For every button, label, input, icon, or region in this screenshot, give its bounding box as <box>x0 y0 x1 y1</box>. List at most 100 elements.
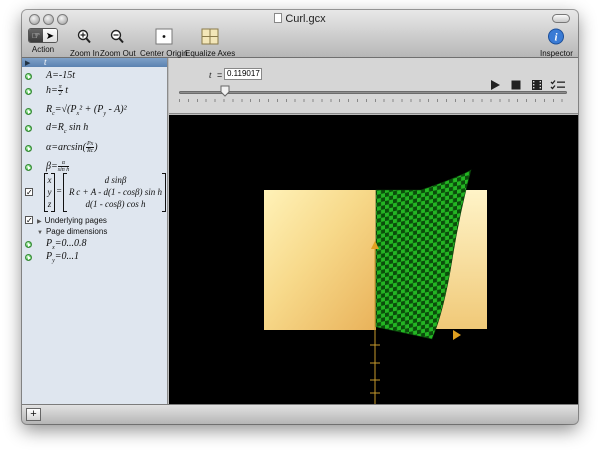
action-label: Action <box>31 45 55 54</box>
app-window: Curl.gcx ☞ ➤ Action Zoom In Zoom Out Cen… <box>22 10 578 424</box>
equalize-axes-button[interactable]: Equalize Axes <box>185 28 235 58</box>
checklist-icon[interactable] <box>550 79 566 91</box>
x-axis-arrow-icon <box>453 330 461 340</box>
sidebar-header-variable: t <box>44 58 47 67</box>
add-equation-button[interactable]: + <box>26 408 41 421</box>
active-dot-icon[interactable] <box>25 164 32 171</box>
equation-A: A=-15t <box>46 70 75 81</box>
eq-beta-fraction: α sin h <box>57 160 70 173</box>
title-bar: Curl.gcx ☞ ➤ Action Zoom In Zoom Out Cen… <box>22 10 578 58</box>
underlying-pages-row[interactable]: ✓ ▶ Underlying pages <box>22 215 167 226</box>
film-strip-icon[interactable] <box>531 79 543 91</box>
active-dot-icon[interactable] <box>25 108 32 115</box>
equation-alpha: α=arcsin(Px Rc) <box>46 141 98 154</box>
eq-Py-range: =0...1 <box>54 251 80 262</box>
equation-row-beta[interactable]: β= α sin h <box>22 160 167 173</box>
disclosure-down-icon[interactable]: ▼ <box>37 230 43 236</box>
zoom-in-label: Zoom In <box>70 49 100 58</box>
graph-canvas[interactable] <box>169 115 578 404</box>
equation-row-alpha[interactable]: α=arcsin(Px Rc) <box>22 137 167 159</box>
pointer-tool-icon[interactable]: ➤ <box>43 29 57 42</box>
eq-h-equals: = <box>51 84 58 96</box>
eq-Rc-rhs: =√(P <box>54 104 77 115</box>
eq-h-tail: t <box>62 84 69 96</box>
xyz-vector: x y z <box>44 173 55 212</box>
equation-Rc: Rc=√(Px² + (Py - A)² <box>46 104 127 117</box>
stop-icon[interactable] <box>510 79 522 91</box>
eq-Px-range: =0...0.8 <box>54 238 87 249</box>
page-dimensions-label: Page dimensions <box>45 227 108 236</box>
info-icon: i <box>548 28 565 45</box>
equation-row-Py[interactable]: Py=0...1 <box>22 251 167 264</box>
eq-alpha-close: ) <box>94 141 98 153</box>
equation-row-Px[interactable]: Px=0...0.8 <box>22 238 167 251</box>
matrix-row-1: d sinβ <box>104 175 127 185</box>
t-slider-track[interactable] <box>179 91 567 94</box>
bottom-bar: + <box>22 404 578 424</box>
slider-equals: = <box>217 70 223 80</box>
t-slider-thumb[interactable] <box>220 85 230 97</box>
active-dot-icon[interactable] <box>25 88 32 95</box>
document-icon <box>274 13 283 23</box>
equation-row-Rc[interactable]: Rc=√(Px² + (Py - A)² <box>22 102 167 120</box>
eq-d-end: sin h <box>66 122 89 133</box>
inspector-button[interactable]: i Inspector <box>540 28 573 58</box>
window-title-text: Curl.gcx <box>285 13 326 25</box>
page-dimensions-row[interactable]: ▼ Page dimensions <box>22 227 167 238</box>
matrix-z: z <box>47 199 52 209</box>
center-origin-label: Center Origin <box>140 49 188 58</box>
visibility-checkbox[interactable]: ✓ <box>25 188 33 197</box>
matrix-row-2: R c + A - d(1 - cosβ) sin h <box>68 187 162 197</box>
equation-row-A[interactable]: A=-15t <box>22 70 167 82</box>
equation-row-h[interactable]: h= π 2 t <box>22 84 167 99</box>
equation-h: h= π 2 t <box>46 84 68 97</box>
slider-variable-label: t <box>209 70 212 80</box>
equalize-axes-label: Equalize Axes <box>185 49 236 58</box>
center-origin-button[interactable]: Center Origin <box>140 28 188 58</box>
t-slider-ticks <box>179 99 567 102</box>
hand-tool-icon[interactable]: ☞ <box>29 29 43 42</box>
action-tool[interactable]: ☞ ➤ Action <box>28 28 58 54</box>
center-origin-icon <box>155 28 173 45</box>
eq-Rc-mid: ² + (P <box>79 104 104 115</box>
zoom-out-icon <box>110 29 124 44</box>
t-value-field[interactable]: 0.119017 <box>224 68 262 80</box>
matrix-equals: = <box>56 186 63 196</box>
underlying-pages-group: ▶ Underlying pages <box>37 216 107 225</box>
equation-beta: β= α sin h <box>46 160 70 173</box>
active-dot-icon[interactable] <box>25 241 32 248</box>
inspector-label: Inspector <box>540 49 573 58</box>
eq-d-lhs: d=R <box>46 122 64 133</box>
disclosure-right-icon[interactable]: ▶ <box>37 219 42 225</box>
eq-Rc-end: - A)² <box>106 104 127 115</box>
sidebar-header-row[interactable]: ▶ t <box>22 58 167 67</box>
equation-sidebar: ▶ t A=-15t h= π 2 t Rc=√(Px² + (Py - A)² d… <box>22 58 168 404</box>
eq-A-rhs: =-15t <box>52 70 75 81</box>
equation-d: d=Rc sin h <box>46 122 88 135</box>
zoom-out-button[interactable]: Zoom Out <box>100 28 136 58</box>
page-curl-plot[interactable] <box>169 115 578 404</box>
expression-vector: d sinβ R c + A - d(1 - cosβ) sin h d(1 -… <box>63 173 166 212</box>
matrix-x: x <box>47 175 52 185</box>
active-dot-icon[interactable] <box>25 73 32 80</box>
active-dot-icon[interactable] <box>25 145 32 152</box>
parametric-matrix: x y z = d sinβ R c + A - d(1 - cosβ) sin… <box>44 173 166 212</box>
zoom-in-button[interactable]: Zoom In <box>70 28 99 58</box>
page-dimensions-group: ▼ Page dimensions <box>37 227 107 236</box>
animation-controls: t = 0.119017 <box>169 58 578 114</box>
underlying-pages-label: Underlying pages <box>44 216 107 225</box>
equation-Py: Py=0...1 <box>46 251 79 264</box>
toolbar-toggle-button[interactable] <box>552 14 570 23</box>
active-dot-icon[interactable] <box>25 125 32 132</box>
action-segmented-control[interactable]: ☞ ➤ <box>28 28 58 43</box>
equation-Px: Px=0...0.8 <box>46 238 87 251</box>
active-dot-icon[interactable] <box>25 254 32 261</box>
zoom-out-label: Zoom Out <box>100 49 136 58</box>
visibility-checkbox[interactable]: ✓ <box>25 216 33 225</box>
window-title: Curl.gcx <box>22 13 578 25</box>
play-icon[interactable] <box>489 79 501 91</box>
equation-row-d[interactable]: d=Rc sin h <box>22 122 167 135</box>
equalize-axes-icon <box>201 28 219 45</box>
eq-alpha-lhs: α=arcsin( <box>46 141 86 153</box>
flat-page-left <box>264 190 376 330</box>
